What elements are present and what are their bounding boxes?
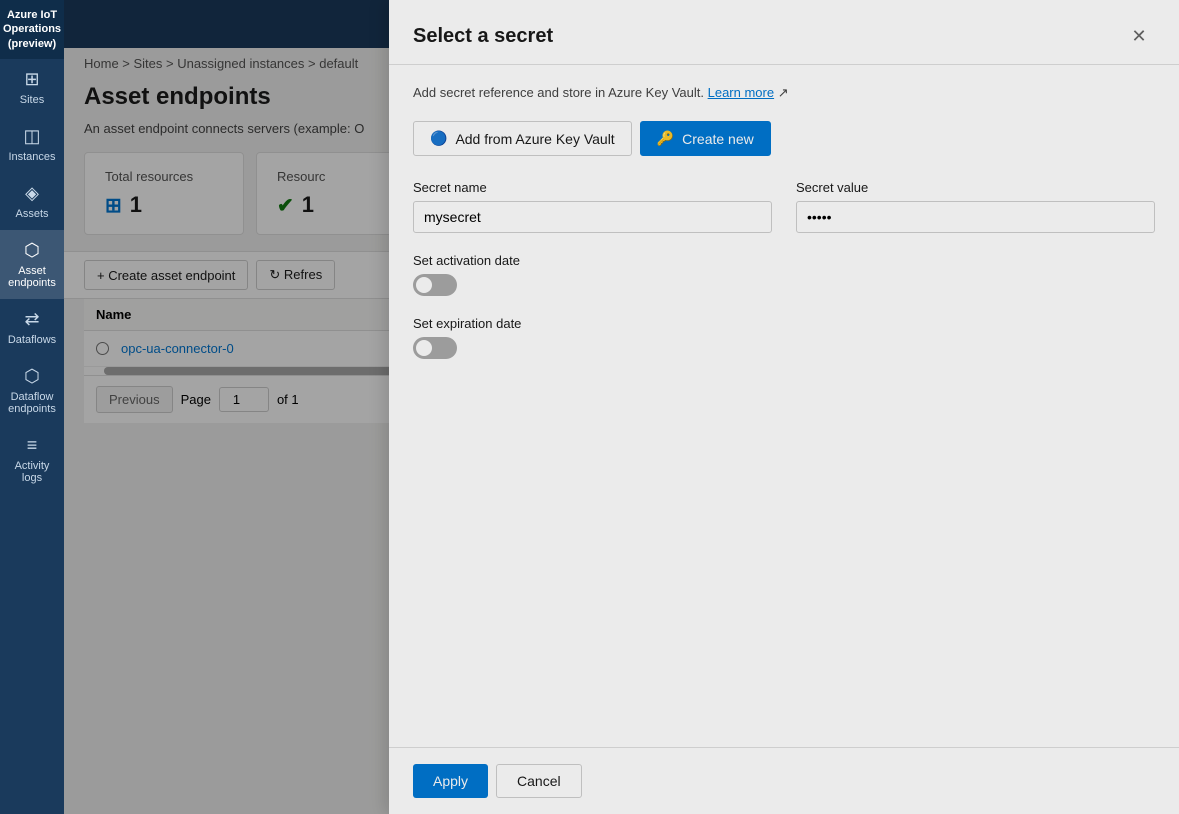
expiration-date-label: Set expiration date — [413, 316, 1155, 331]
sidebar-item-label: Sites — [20, 94, 44, 106]
modal-title: Select a secret — [413, 25, 553, 48]
activation-date-row: Set activation date — [413, 253, 1155, 296]
sidebar-item-label: Dataflow endpoints — [4, 391, 60, 415]
cancel-button[interactable]: Cancel — [496, 764, 582, 798]
activity-logs-icon: ≡ — [27, 435, 38, 456]
sidebar-item-label: Instances — [8, 151, 55, 163]
learn-more-link[interactable]: Learn more — [708, 85, 774, 100]
key-icon: 🔑 — [657, 130, 674, 147]
secret-value-input[interactable] — [796, 201, 1155, 233]
expiration-toggle[interactable] — [413, 337, 457, 359]
main-content: Home > Sites > Unassigned instances > de… — [64, 0, 1179, 814]
dataflow-endpoints-icon: ⬡ — [24, 366, 40, 387]
assets-icon: ◈ — [25, 183, 39, 204]
secret-value-group: Secret value — [796, 180, 1155, 233]
sidebar-item-label: Assets — [15, 208, 48, 220]
modal-body: Add secret reference and store in Azure … — [389, 65, 1179, 747]
expiration-toggle-track[interactable] — [413, 337, 457, 359]
activation-toggle-thumb — [416, 277, 432, 293]
sidebar: Azure IoT Operations (preview) ⊞ Sites ◫… — [0, 0, 64, 814]
modal-footer: Apply Cancel — [389, 747, 1179, 814]
create-new-tab[interactable]: 🔑 Create new — [640, 121, 771, 156]
modal-header: Select a secret ✕ — [389, 0, 1179, 65]
sidebar-item-instances[interactable]: ◫ Instances — [0, 116, 64, 173]
sidebar-item-assets[interactable]: ◈ Assets — [0, 173, 64, 230]
activation-date-label: Set activation date — [413, 253, 1155, 268]
tab-group: 🔵 Add from Azure Key Vault 🔑 Create new — [413, 121, 1155, 156]
apply-button[interactable]: Apply — [413, 764, 488, 798]
sidebar-item-dataflows[interactable]: ⇄ Dataflows — [0, 299, 64, 356]
expiration-date-row: Set expiration date — [413, 316, 1155, 359]
secret-name-label: Secret name — [413, 180, 772, 195]
select-secret-panel: Select a secret ✕ Add secret reference a… — [389, 0, 1179, 814]
activation-toggle-track[interactable] — [413, 274, 457, 296]
add-from-vault-tab[interactable]: 🔵 Add from Azure Key Vault — [413, 121, 632, 156]
dataflows-icon: ⇄ — [24, 309, 39, 330]
secret-name-input[interactable] — [413, 201, 772, 233]
sidebar-item-asset-endpoints[interactable]: ⬡ Asset endpoints — [0, 230, 64, 299]
sites-icon: ⊞ — [24, 69, 39, 90]
app-title: Azure IoT Operations (preview) — [0, 0, 64, 59]
instances-icon: ◫ — [23, 126, 40, 147]
sidebar-item-sites[interactable]: ⊞ Sites — [0, 59, 64, 116]
secret-fields-row: Secret name Secret value — [413, 180, 1155, 233]
sidebar-item-label: Activity logs — [4, 460, 60, 484]
modal-subtitle: Add secret reference and store in Azure … — [413, 85, 1155, 101]
asset-endpoints-icon: ⬡ — [24, 240, 40, 261]
secret-value-label: Secret value — [796, 180, 1155, 195]
sidebar-item-label: Dataflows — [8, 334, 56, 346]
sidebar-item-label: Asset endpoints — [4, 265, 60, 289]
activation-toggle[interactable] — [413, 274, 457, 296]
sidebar-item-dataflow-endpoints[interactable]: ⬡ Dataflow endpoints — [0, 356, 64, 425]
secret-name-group: Secret name — [413, 180, 772, 233]
vault-icon: 🔵 — [430, 130, 447, 147]
close-button[interactable]: ✕ — [1123, 20, 1155, 52]
sidebar-item-activity-logs[interactable]: ≡ Activity logs — [0, 425, 64, 494]
expiration-toggle-thumb — [416, 340, 432, 356]
